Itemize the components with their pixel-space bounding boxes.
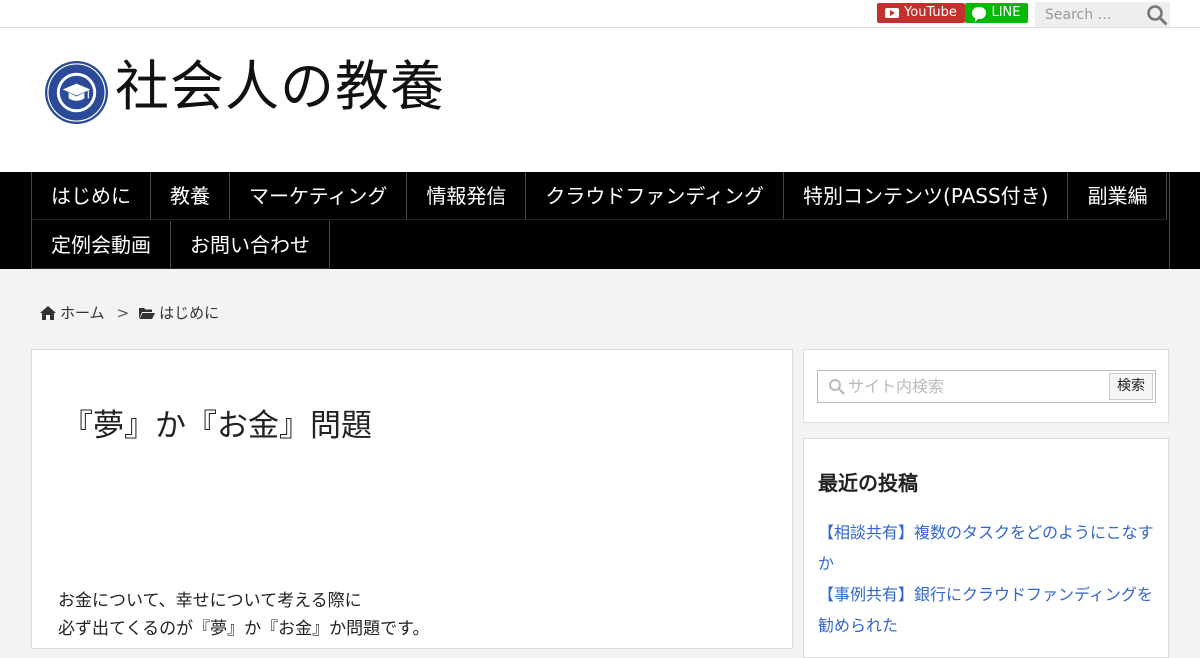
- nav-item-kyoyo[interactable]: 教養: [151, 172, 230, 220]
- line-icon: [972, 7, 987, 22]
- article-title: 『夢』か『お金』問題: [62, 408, 372, 444]
- sidebar-search-form: 検索: [817, 370, 1156, 403]
- top-search-input[interactable]: [1035, 2, 1143, 27]
- line-button[interactable]: LINE: [965, 3, 1028, 23]
- search-icon[interactable]: [1146, 4, 1168, 26]
- sidebar-search-input[interactable]: [848, 371, 1098, 402]
- nav-item-fukugyo[interactable]: 副業編: [1068, 172, 1168, 220]
- line-label: LINE: [991, 5, 1021, 20]
- site-header: 社会人の教養: [0, 28, 1200, 172]
- recent-posts-title: 最近の投稿: [818, 471, 918, 495]
- folder-open-icon: [139, 307, 156, 319]
- nav-item-contact[interactable]: お問い合わせ: [171, 220, 330, 269]
- article-paragraph: お金について、幸せについて考える際に: [58, 591, 362, 611]
- youtube-button[interactable]: YouTube: [877, 3, 965, 23]
- nav-item-special-content[interactable]: 特別コンテンツ(PASS付き): [784, 172, 1069, 220]
- article-paragraph: 必ず出てくるのが『夢』か『お金』か問題です。: [58, 619, 430, 639]
- nav-item-hajimeni[interactable]: はじめに: [32, 172, 151, 220]
- site-title[interactable]: 社会人の教養: [115, 52, 445, 122]
- home-icon: [40, 305, 56, 320]
- main-nav: はじめに 教養 マーケティング 情報発信 クラウドファンディング 特別コンテンツ…: [0, 172, 1200, 269]
- nav-item-marketing[interactable]: マーケティング: [230, 172, 408, 220]
- breadcrumb: ホーム > はじめに: [40, 302, 219, 323]
- recent-post-link[interactable]: 【相談共有】複数のタスクをどのようにこなすか: [818, 517, 1158, 579]
- nav-item-teireikai-video[interactable]: 定例会動画: [32, 220, 171, 269]
- search-icon: [829, 379, 845, 395]
- youtube-label: YouTube: [904, 5, 957, 20]
- top-search-form: [1035, 2, 1170, 27]
- youtube-icon: [885, 8, 900, 18]
- sidebar-search-widget: 検索: [803, 349, 1169, 423]
- recent-posts-widget: 最近の投稿 【相談共有】複数のタスクをどのようにこなすか 【事例共有】銀行にクラ…: [803, 438, 1169, 658]
- recent-posts-list: 【相談共有】複数のタスクをどのようにこなすか 【事例共有】銀行にクラウドファンデ…: [818, 517, 1158, 641]
- main-article: 『夢』か『お金』問題 お金について、幸せについて考える際に 必ず出てくるのが『夢…: [31, 349, 793, 649]
- recent-post-link[interactable]: 【事例共有】銀行にクラウドファンディングを勧められた: [818, 579, 1158, 641]
- breadcrumb-category[interactable]: はじめに: [159, 302, 219, 323]
- site-logo[interactable]: [44, 60, 109, 125]
- breadcrumb-home[interactable]: ホーム: [60, 302, 105, 323]
- article-body: お金について、幸せについて考える際に 必ず出てくるのが『夢』か『お金』か問題です…: [58, 587, 429, 643]
- nav-item-crowdfunding[interactable]: クラウドファンディング: [526, 172, 785, 220]
- nav-item-joho-hasshin[interactable]: 情報発信: [407, 172, 527, 220]
- breadcrumb-separator: >: [116, 303, 130, 322]
- sidebar-search-button[interactable]: 検索: [1109, 373, 1153, 400]
- top-utility-bar: YouTube LINE: [0, 0, 1200, 28]
